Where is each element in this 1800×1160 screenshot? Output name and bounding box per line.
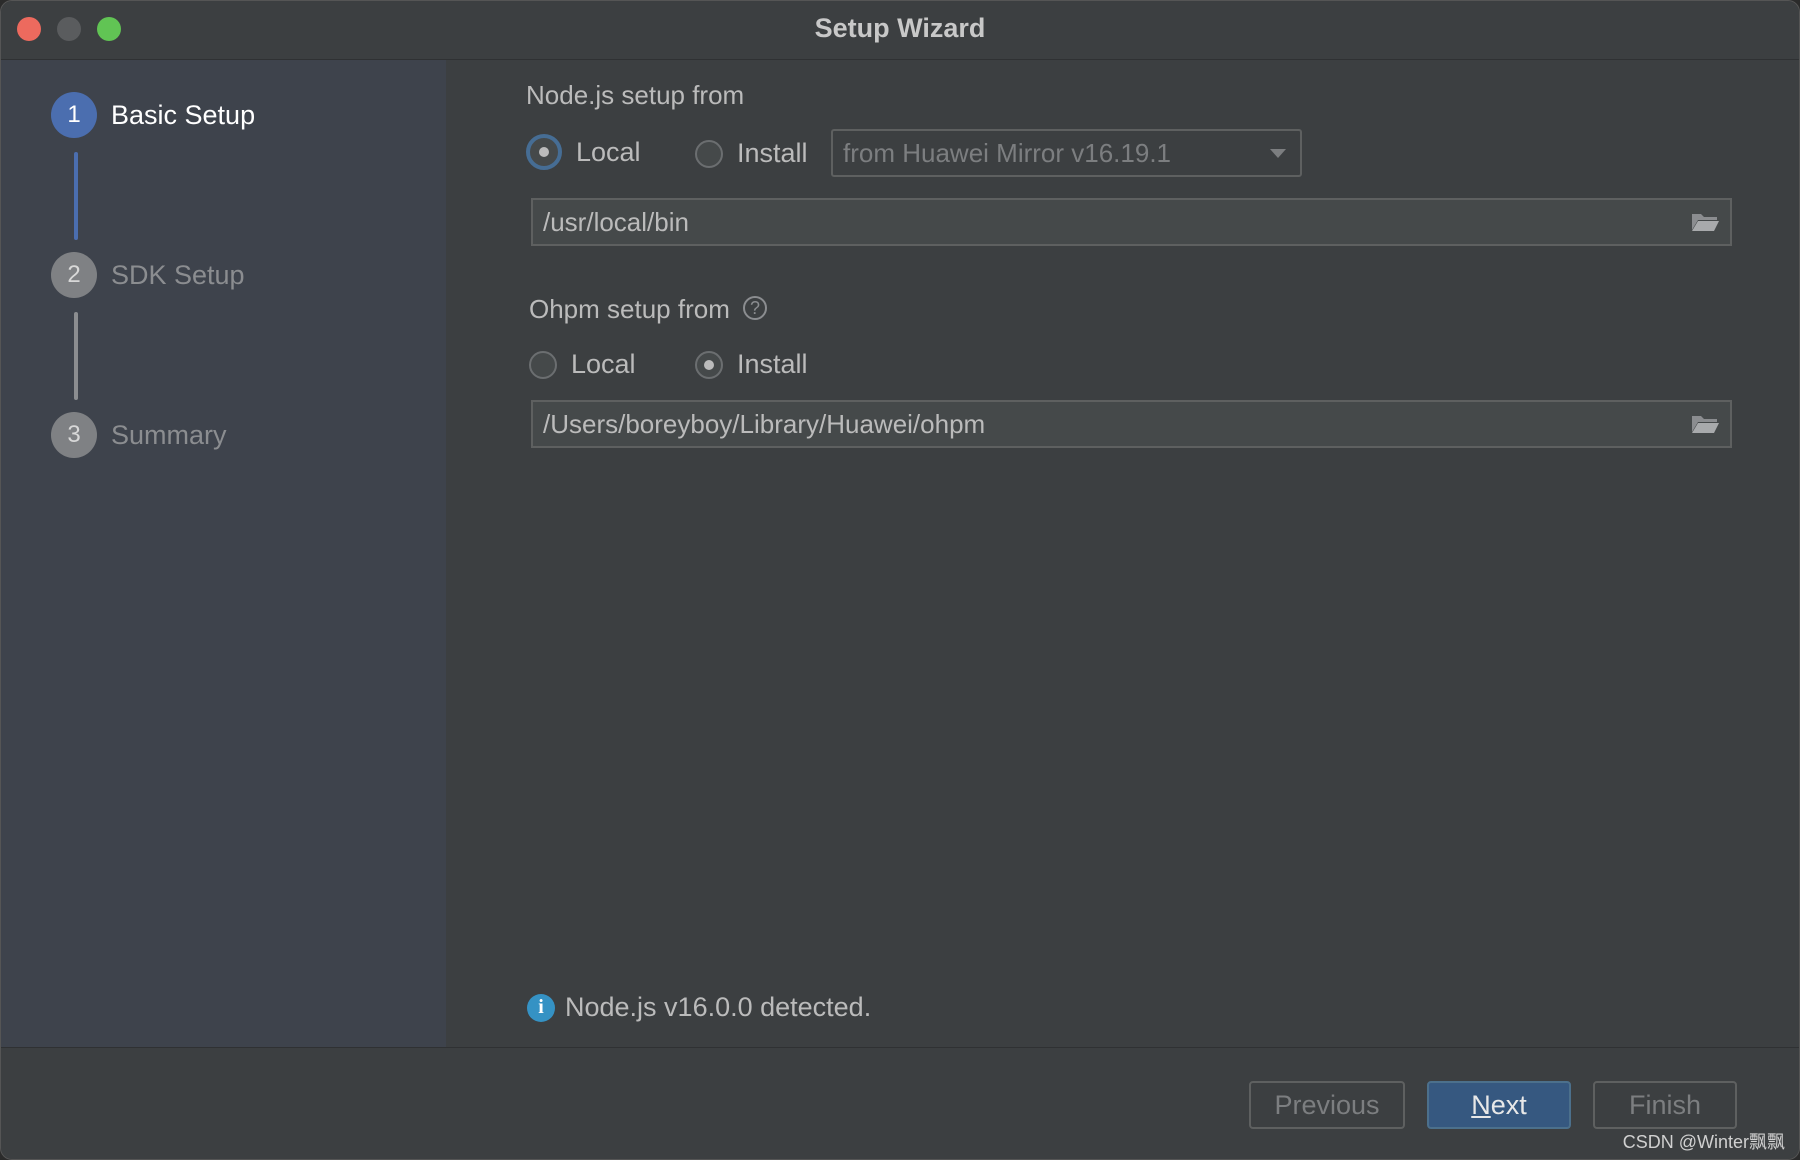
ohpm-path-field[interactable]: /Users/boreyboy/Library/Huawei/ohpm <box>531 400 1732 448</box>
watermark: CSDN @Winter飘飘 <box>1622 1132 1785 1152</box>
next-button[interactable]: Next <box>1427 1081 1571 1129</box>
nodejs-section-label: Node.js setup from <box>526 80 745 110</box>
radio-circle <box>695 350 723 379</box>
status-text: Node.js v16.0.0 detected. <box>565 992 872 1022</box>
folder-icon[interactable] <box>1690 412 1720 436</box>
step-basic-setup[interactable]: 1 Basic Setup <box>51 92 255 138</box>
ohpm-section-label: Ohpm setup from <box>529 294 730 324</box>
nodejs-mirror-dropdown[interactable]: from Huawei Mirror v16.19.1 <box>831 129 1302 177</box>
step-label: SDK Setup <box>111 259 245 290</box>
nodejs-path-field[interactable]: /usr/local/bin <box>531 198 1732 246</box>
step-number-badge: 3 <box>51 412 97 458</box>
radio-circle <box>695 139 723 168</box>
nodejs-local-radio[interactable]: Local <box>526 134 641 170</box>
setup-wizard-window: Setup Wizard 1 Basic Setup 2 SDK Setup 3… <box>0 0 1800 1160</box>
step-label: Summary <box>111 419 227 450</box>
step-sdk-setup[interactable]: 2 SDK Setup <box>51 252 245 298</box>
dropdown-value: from Huawei Mirror v16.19.1 <box>843 137 1171 168</box>
path-value: /Users/boreyboy/Library/Huawei/ohpm <box>543 408 986 439</box>
radio-label: Local <box>571 349 636 379</box>
path-value: /usr/local/bin <box>543 206 689 237</box>
ohpm-install-radio[interactable]: Install <box>695 349 808 380</box>
chevron-down-icon <box>1270 149 1286 158</box>
radio-circle <box>529 350 557 379</box>
step-number-badge: 2 <box>51 252 97 298</box>
status-message: i Node.js v16.0.0 detected. <box>527 992 871 1023</box>
step-summary[interactable]: 3 Summary <box>51 412 227 458</box>
main-content: Node.js setup from Local Install from Hu… <box>446 60 1799 1047</box>
window-title: Setup Wizard <box>814 13 986 43</box>
ohpm-local-radio[interactable]: Local <box>529 349 636 380</box>
info-icon: i <box>527 993 555 1022</box>
radio-label: Local <box>576 136 641 167</box>
radio-selected-dot <box>704 359 714 370</box>
radio-selected-dot <box>539 147 549 157</box>
help-icon[interactable]: ? <box>743 296 767 320</box>
finish-button[interactable]: Finish <box>1593 1081 1737 1129</box>
next-label-rest: ext <box>1490 1089 1527 1120</box>
nodejs-install-radio[interactable]: Install <box>695 138 808 169</box>
radio-circle <box>526 134 562 170</box>
wizard-footer: Previous Next Finish CSDN @Winter飘飘 <box>1 1047 1799 1159</box>
radio-label: Install <box>737 138 808 168</box>
radio-label: Install <box>737 349 808 379</box>
step-number-badge: 1 <box>51 92 97 138</box>
step-connector <box>74 152 78 240</box>
next-mnemonic: N <box>1471 1089 1491 1120</box>
folder-icon[interactable] <box>1690 210 1720 234</box>
step-connector <box>74 312 78 400</box>
title-bar: Setup Wizard <box>1 1 1799 60</box>
step-label: Basic Setup <box>111 99 256 130</box>
wizard-steps-sidebar: 1 Basic Setup 2 SDK Setup 3 Summary <box>1 60 446 1047</box>
previous-button[interactable]: Previous <box>1249 1081 1405 1129</box>
